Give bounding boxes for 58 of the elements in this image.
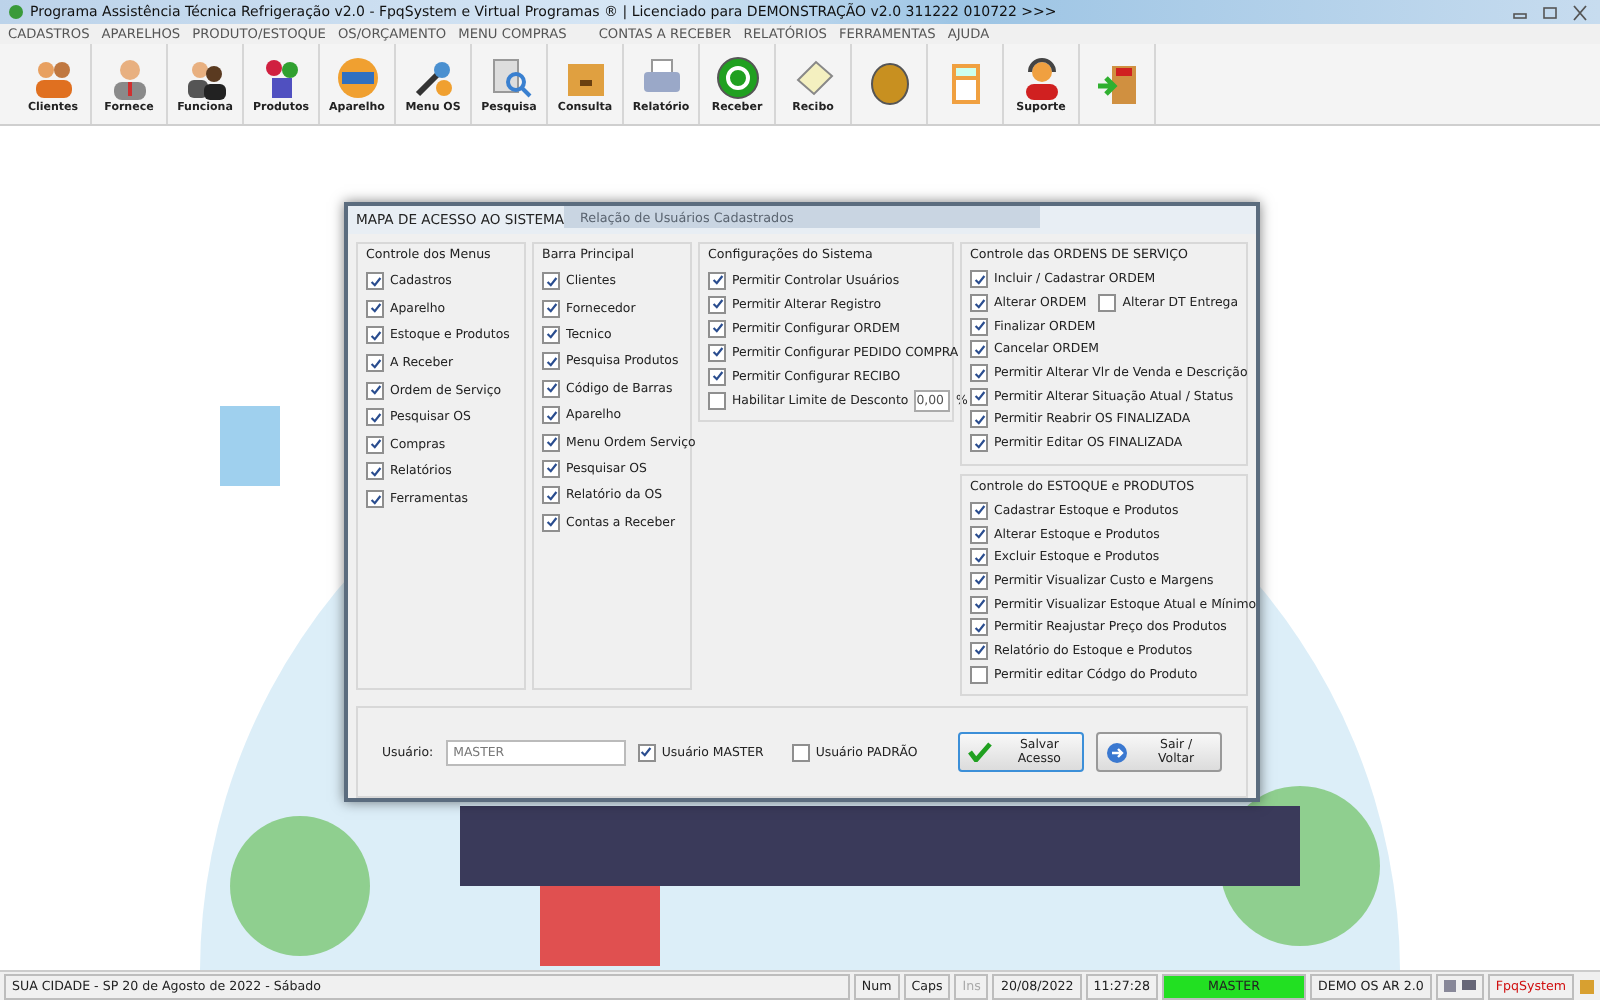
checkbox[interactable]: [708, 295, 726, 313]
checkbox[interactable]: [708, 319, 726, 337]
checkbox[interactable]: [542, 406, 560, 425]
checkbox[interactable]: [366, 326, 384, 345]
lock-icon: [1578, 977, 1596, 995]
checkbox[interactable]: [708, 271, 726, 289]
checkbox[interactable]: [970, 270, 988, 289]
checkbox[interactable]: [970, 525, 988, 544]
search-icon: [487, 55, 531, 99]
checkbox[interactable]: [970, 364, 988, 383]
checkbox[interactable]: [970, 641, 988, 660]
checkbox[interactable]: [542, 379, 560, 398]
exit-door-icon: [1095, 62, 1139, 106]
receipt-icon: [791, 55, 835, 99]
checkbox[interactable]: [970, 340, 988, 359]
status-icons: [1435, 973, 1484, 999]
air-conditioner-icon: [335, 55, 379, 99]
checkbox[interactable]: [970, 294, 988, 313]
coin-icon: [715, 55, 759, 99]
checkbox[interactable]: [542, 352, 560, 371]
checkbox[interactable]: [542, 272, 560, 291]
restore-icon[interactable]: [1538, 3, 1562, 21]
bush-drawing: [230, 816, 370, 956]
checkbox[interactable]: [366, 272, 384, 291]
checkbox[interactable]: [366, 299, 384, 318]
checkbox[interactable]: [791, 743, 810, 761]
checkbox[interactable]: [366, 354, 384, 373]
checkbox[interactable]: [542, 325, 560, 344]
checkbox[interactable]: [970, 595, 988, 614]
checkbox[interactable]: [366, 462, 384, 481]
checkbox[interactable]: [366, 408, 384, 427]
checkbox[interactable]: [970, 434, 988, 453]
checkbox[interactable]: [970, 317, 988, 336]
checkbox[interactable]: [970, 548, 988, 567]
checkbox[interactable]: [970, 410, 988, 429]
close-icon[interactable]: [1568, 3, 1592, 21]
checkbox[interactable]: [970, 665, 988, 684]
checkbox[interactable]: [708, 367, 726, 385]
checkbox[interactable]: [366, 490, 384, 509]
checkbox[interactable]: [708, 391, 726, 409]
app-icon: [8, 4, 24, 20]
checkbox[interactable]: [542, 486, 560, 505]
checkbox[interactable]: [366, 435, 384, 454]
checkmark-icon: [968, 742, 993, 762]
checkbox[interactable]: [970, 618, 988, 637]
arrow-circle-icon: [1106, 741, 1129, 763]
checkbox[interactable]: [542, 433, 560, 452]
checkbox[interactable]: [542, 299, 560, 318]
checkbox[interactable]: [542, 513, 560, 532]
checkbox[interactable]: [637, 743, 656, 761]
checkbox[interactable]: [366, 381, 384, 400]
checkbox[interactable]: [970, 387, 988, 406]
checkbox[interactable]: [970, 571, 988, 590]
checkbox[interactable]: [708, 343, 726, 361]
checkbox[interactable]: [542, 459, 560, 478]
checkbox[interactable]: [1098, 294, 1117, 313]
checkbox[interactable]: [970, 501, 988, 520]
coin-icon: [867, 62, 911, 106]
